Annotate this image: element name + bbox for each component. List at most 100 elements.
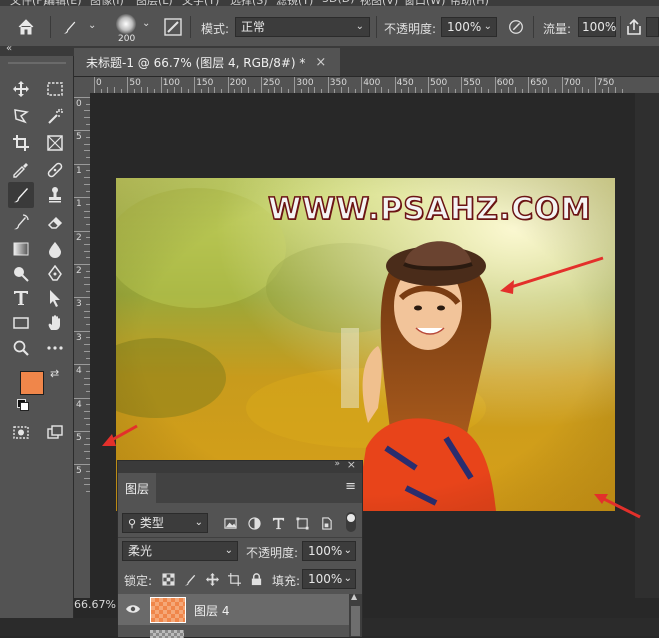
eyedropper-icon [13, 163, 28, 178]
dodge-tool[interactable] [8, 261, 34, 287]
more-tools[interactable] [42, 335, 68, 361]
vertical-ruler[interactable]: 0 5 1 1 2 2 3 3 4 4 5 5 [74, 93, 90, 598]
search-icon: ⚲ [128, 517, 137, 530]
ruler-label: 350 [329, 78, 347, 88]
layer-opacity-field[interactable]: 100% ⌄ [302, 541, 356, 561]
tool-preset-picker[interactable]: ⌄ [60, 18, 100, 36]
layers-scrollbar[interactable]: ▲ [349, 592, 362, 637]
ruler-label: 650 [530, 78, 548, 88]
quick-mask-button[interactable] [8, 419, 34, 445]
default-colors-icon[interactable] [17, 399, 29, 411]
lock-pixels-button[interactable] [182, 571, 198, 587]
rectangle-tool[interactable] [8, 310, 34, 336]
opacity-field[interactable]: 100% ⌄ [441, 17, 497, 37]
layer-filter-row: ⚲ 类型 ⌄ [118, 511, 362, 533]
ruler-minor-tick [84, 110, 90, 112]
ruler-origin[interactable] [74, 77, 92, 93]
healing-brush-tool[interactable] [42, 157, 68, 183]
close-icon[interactable]: × [315, 55, 326, 70]
hand-tool[interactable] [42, 310, 68, 336]
ruler-minor-tick [86, 324, 90, 326]
brush-panel-toggle[interactable] [164, 18, 182, 36]
layers-panel-header: » × [118, 458, 362, 473]
menu-item[interactable]: 3D(D) [322, 0, 355, 5]
eye-icon[interactable] [126, 603, 140, 613]
collapse-icon[interactable]: » [334, 459, 340, 469]
lasso-tool[interactable] [8, 103, 34, 129]
horizontal-ruler[interactable]: 0 50 100 150 200 250 300 350 400 450 500 550 600 650 7… [92, 77, 659, 94]
filter-smart-object-button[interactable] [318, 515, 334, 531]
swap-colors-icon[interactable]: ⇄ [50, 367, 59, 380]
eyedropper-tool[interactable] [8, 157, 34, 183]
filter-toggle-switch[interactable] [346, 512, 356, 532]
hand-icon [48, 315, 60, 330]
type-icon [14, 291, 28, 305]
ruler-tick [528, 77, 530, 93]
brush-tool[interactable] [8, 182, 34, 208]
layer-name[interactable]: 图层 4 [194, 602, 229, 619]
ruler-minor-tick [86, 257, 90, 259]
document-tab[interactable]: 未标题-1 @ 66.7% (图层 4, RGB/8#) * × [74, 48, 341, 76]
blur-tool[interactable] [42, 236, 68, 262]
frame-tool[interactable] [42, 130, 68, 156]
panel-menu-icon[interactable]: ≡ [345, 479, 356, 494]
gradient-tool[interactable] [8, 236, 34, 262]
ruler-minor-tick [84, 451, 90, 453]
type-icon [272, 517, 284, 529]
move-tool[interactable] [8, 76, 34, 102]
filter-adjustment-button[interactable] [246, 515, 262, 531]
collapse-icon[interactable]: « [6, 43, 12, 54]
lock-label: 锁定: [124, 574, 153, 588]
fill-field[interactable]: 100% ⌄ [302, 569, 356, 589]
blend-mode-select[interactable]: 柔光 ⌄ [122, 541, 238, 561]
close-icon[interactable]: × [347, 458, 356, 471]
history-brush-tool[interactable] [8, 209, 34, 235]
scroll-up-icon[interactable]: ▲ [351, 592, 357, 601]
filter-type-button[interactable] [270, 515, 286, 531]
filter-pixel-button[interactable] [222, 515, 238, 531]
flow-value: 100% [582, 20, 617, 34]
screen-mode-button[interactable] [42, 419, 68, 445]
pen-tool[interactable] [42, 261, 68, 287]
share-button[interactable] [625, 18, 643, 36]
ruler-tick [74, 330, 90, 332]
crop-tool[interactable] [8, 130, 34, 156]
chevron-down-icon: ⌄ [224, 545, 233, 556]
ruler-minor-tick [86, 137, 90, 139]
zoom-tool[interactable] [8, 335, 34, 361]
flow-field[interactable]: 100% [578, 17, 616, 37]
filter-kind-select[interactable]: ⚲ 类型 ⌄ [122, 513, 208, 533]
brush-settings-icon [164, 18, 182, 36]
mode-select[interactable]: 正常 ⌄ [235, 17, 370, 37]
tab-layers[interactable]: 图层 [118, 473, 156, 503]
pen-icon [48, 265, 62, 281]
foreground-color-swatch[interactable] [20, 371, 44, 395]
brush-size-picker[interactable]: 200 ⌄ [112, 12, 156, 44]
ruler-minor-tick [84, 243, 90, 245]
stamp-tool[interactable] [42, 182, 68, 208]
chevron-down-icon: ⌄ [343, 545, 352, 556]
layer-thumbnail[interactable] [150, 597, 186, 623]
ruler-label: 2 [76, 232, 82, 243]
lock-position-button[interactable] [204, 571, 220, 587]
lock-transparent-button[interactable] [160, 571, 176, 587]
options-overflow[interactable] [646, 17, 659, 37]
magic-wand-tool[interactable] [42, 103, 68, 129]
filter-shape-button[interactable] [294, 515, 310, 531]
ruler-minor-tick [84, 183, 90, 185]
pressure-opacity-toggle[interactable] [507, 18, 527, 38]
chevron-down-icon: ⌄ [483, 21, 492, 32]
lock-artboard-button[interactable] [226, 571, 242, 587]
adjustment-icon [247, 516, 261, 530]
ruler-minor-tick [84, 384, 90, 386]
marquee-tool[interactable] [42, 76, 68, 102]
vertical-scrollbar[interactable] [635, 93, 659, 598]
zoom-status[interactable]: 66.67% [74, 598, 120, 611]
eraser-tool[interactable] [42, 209, 68, 235]
lock-all-button[interactable] [248, 571, 264, 587]
layer-row[interactable]: 图层 4 [118, 594, 349, 625]
path-select-tool[interactable] [42, 285, 68, 311]
home-button[interactable] [16, 17, 42, 37]
type-tool[interactable] [8, 285, 34, 311]
chevron-down-icon: ⌄ [343, 573, 352, 584]
